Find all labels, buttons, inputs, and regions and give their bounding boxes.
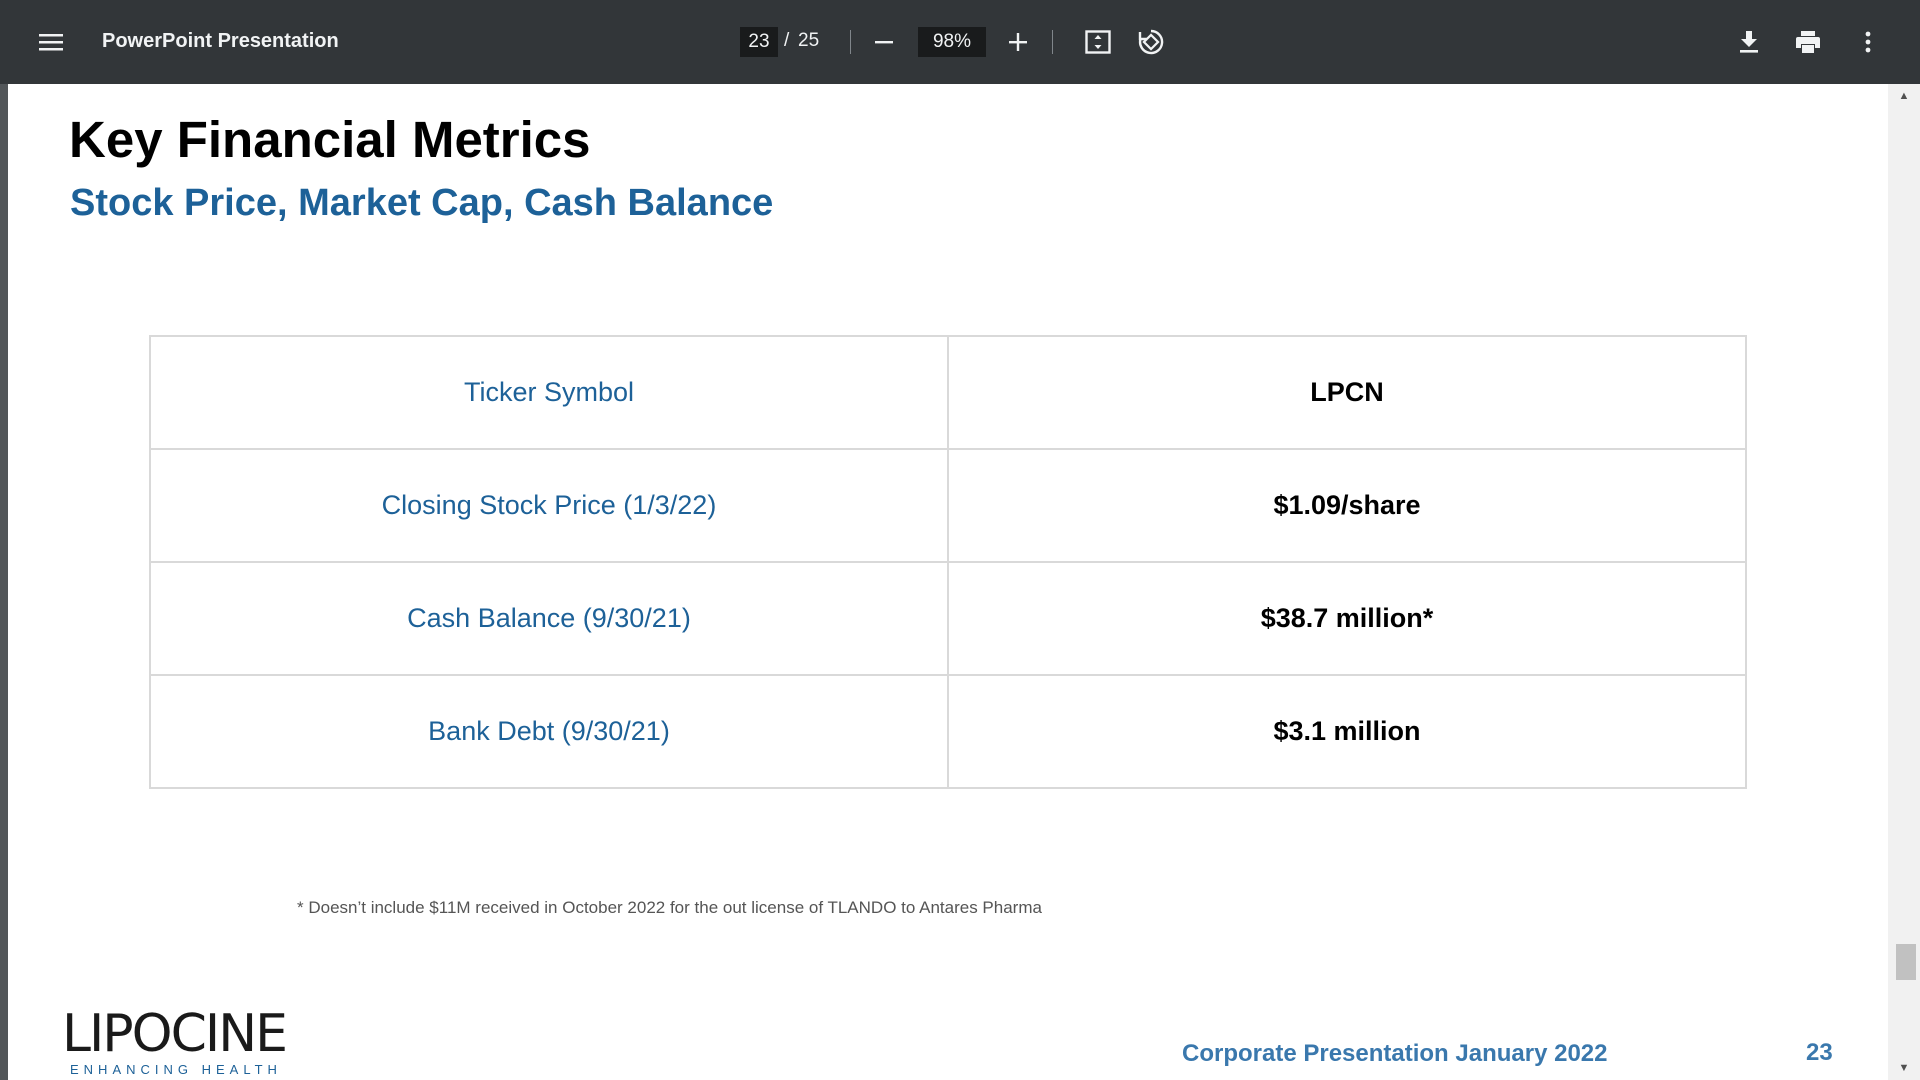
pdf-page: Key Financial Metrics Stock Price, Marke… xyxy=(8,84,1888,1080)
fit-to-page-button[interactable] xyxy=(1076,20,1120,64)
table-row: Bank Debt (9/30/21) $3.1 million xyxy=(149,674,1747,789)
pdf-toolbar: PowerPoint Presentation / 25 xyxy=(0,0,1920,84)
metric-value: LPCN xyxy=(947,335,1747,450)
document-title: PowerPoint Presentation xyxy=(102,30,339,52)
metric-value: $3.1 million xyxy=(947,674,1747,789)
slide-subtitle: Stock Price, Market Cap, Cash Balance xyxy=(70,182,774,224)
metric-value: $38.7 million* xyxy=(947,561,1747,676)
menu-icon xyxy=(39,34,63,51)
slide-page-number: 23 xyxy=(1806,1039,1833,1066)
print-icon xyxy=(1796,31,1820,53)
page-number-input[interactable] xyxy=(740,27,778,57)
metric-label: Cash Balance (9/30/21) xyxy=(149,561,949,676)
metric-value: $1.09/share xyxy=(947,448,1747,563)
rotate-icon xyxy=(1138,29,1164,55)
vertical-scrollbar[interactable]: ▲ ▼ xyxy=(1888,84,1920,1080)
footnote: * Doesn’t include $11M received in Octob… xyxy=(297,898,1042,917)
download-button[interactable] xyxy=(1727,20,1771,64)
rotate-button[interactable] xyxy=(1129,20,1173,64)
menu-button[interactable] xyxy=(29,20,73,64)
zoom-input[interactable] xyxy=(918,27,986,57)
table-row: Ticker Symbol LPCN xyxy=(149,335,1747,450)
fit-page-icon xyxy=(1085,30,1111,54)
download-icon xyxy=(1740,31,1758,53)
print-button[interactable] xyxy=(1786,20,1830,64)
logo-text: LIPOCINE xyxy=(62,1004,288,1064)
more-vert-icon xyxy=(1865,31,1871,53)
metrics-table: Ticker Symbol LPCN Closing Stock Price (… xyxy=(149,335,1747,789)
scrollbar-thumb[interactable] xyxy=(1896,944,1916,980)
scroll-up-arrow-icon[interactable]: ▲ xyxy=(1888,86,1920,106)
total-pages: 25 xyxy=(798,30,820,51)
toolbar-divider xyxy=(1052,30,1053,54)
zoom-in-button[interactable] xyxy=(996,20,1040,64)
company-logo: LIPOCINE ENHANCING HEALTH xyxy=(62,1004,288,1077)
plus-icon xyxy=(1009,33,1027,51)
page-separator: / xyxy=(784,30,790,51)
slide-footer: Corporate Presentation January 2022 xyxy=(1182,1040,1608,1067)
zoom-out-button[interactable] xyxy=(862,20,906,64)
more-options-button[interactable] xyxy=(1846,20,1890,64)
metric-label: Bank Debt (9/30/21) xyxy=(149,674,949,789)
toolbar-divider xyxy=(850,30,851,54)
metric-label: Ticker Symbol xyxy=(149,335,949,450)
logo-tagline: ENHANCING HEALTH xyxy=(70,1062,282,1077)
scroll-down-arrow-icon[interactable]: ▼ xyxy=(1888,1058,1920,1078)
table-row: Closing Stock Price (1/3/22) $1.09/share xyxy=(149,448,1747,563)
table-row: Cash Balance (9/30/21) $38.7 million* xyxy=(149,561,1747,676)
metric-label: Closing Stock Price (1/3/22) xyxy=(149,448,949,563)
pdf-viewer[interactable]: Key Financial Metrics Stock Price, Marke… xyxy=(0,84,1920,1080)
slide-title: Key Financial Metrics xyxy=(69,111,591,168)
minus-icon xyxy=(875,41,893,44)
